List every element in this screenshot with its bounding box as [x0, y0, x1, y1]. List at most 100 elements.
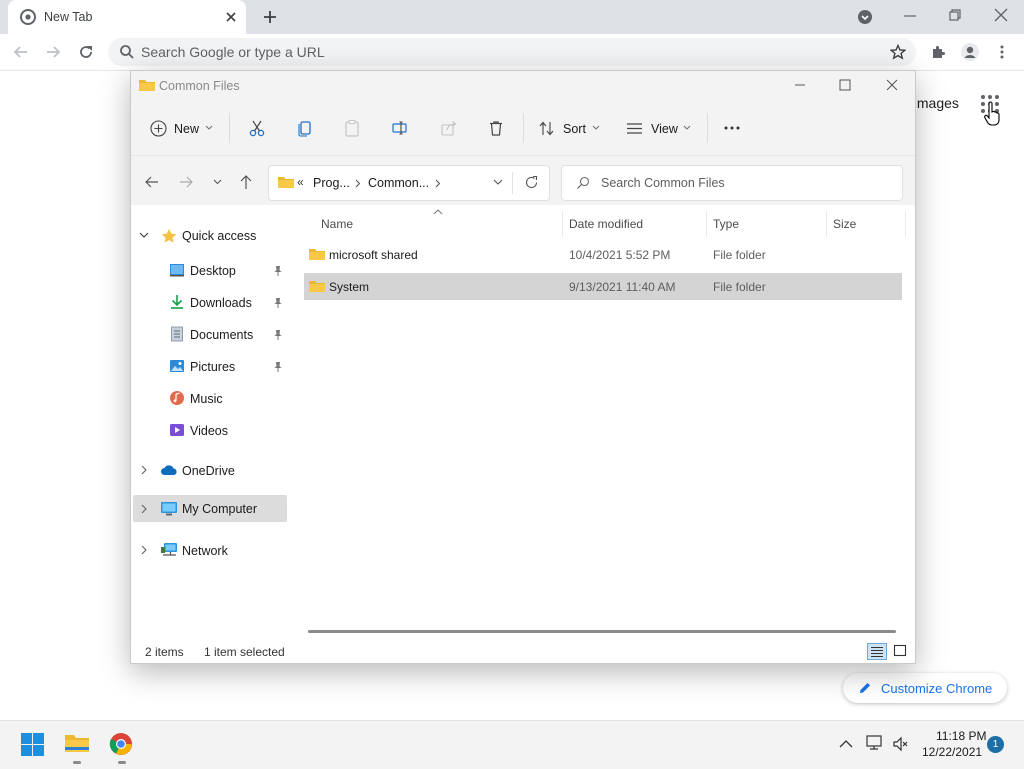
close-icon[interactable] [885, 78, 899, 92]
copy-icon[interactable] [296, 119, 314, 137]
omnibox[interactable]: Search Google or type a URL [108, 38, 916, 66]
nav-item-label: My Computer [182, 502, 258, 516]
images-link[interactable]: Images [913, 95, 959, 111]
breadcrumb-chevron-icon[interactable] [355, 179, 361, 188]
quick-access-expand-chevron-icon[interactable] [139, 232, 149, 239]
details-view-icon[interactable] [867, 643, 887, 660]
minimize-icon[interactable] [793, 78, 807, 92]
notification-count: 1 [992, 739, 999, 750]
bookmark-star-icon[interactable] [890, 44, 906, 60]
folder-icon [308, 247, 326, 262]
cmd-divider [229, 113, 230, 143]
nav-item-onedrive[interactable]: OneDrive [131, 456, 291, 484]
address-history-chevron-icon[interactable] [493, 179, 503, 186]
nav-item-label: Desktop [190, 264, 236, 278]
large-icons-view-icon[interactable] [893, 644, 907, 658]
share-icon[interactable] [440, 119, 458, 137]
search-box[interactable]: Search Common Files [561, 165, 903, 201]
view-button[interactable]: View [621, 117, 697, 141]
sort-button[interactable]: Sort [533, 117, 605, 141]
chrome-taskbar-icon[interactable] [109, 732, 133, 756]
nav-item-desktop[interactable]: Desktop [131, 256, 291, 284]
profile-avatar-icon[interactable] [960, 42, 980, 62]
address-bar[interactable]: « Prog... Common... [268, 165, 550, 201]
notification-badge[interactable]: 1 [987, 736, 1004, 753]
search-icon [119, 44, 135, 60]
sort-chevron-icon [592, 125, 600, 131]
breadcrumb-segment-prog[interactable]: Prog... [313, 176, 350, 190]
delete-icon[interactable] [487, 119, 505, 137]
new-button[interactable]: New [145, 117, 217, 141]
column-header-name[interactable]: Name [321, 217, 353, 231]
reload-icon[interactable] [78, 44, 94, 60]
chrome-restore-icon[interactable] [947, 7, 963, 23]
clock-time[interactable]: 11:18 PM [936, 729, 986, 743]
windows-start-icon[interactable] [21, 733, 44, 756]
nav-back-icon[interactable] [144, 175, 160, 189]
nav-item-label: Pictures [190, 360, 236, 374]
show-hidden-icons-chevron-icon[interactable] [839, 739, 853, 748]
nav-item-label: Videos [190, 424, 228, 438]
nav-item-network[interactable]: Network [131, 536, 291, 564]
expand-chevron-icon[interactable] [141, 545, 148, 555]
recent-locations-chevron-icon[interactable] [213, 179, 222, 185]
row-date: 10/4/2021 5:52 PM [569, 248, 671, 262]
cut-icon[interactable] [248, 119, 266, 137]
nav-item-documents[interactable]: Documents [131, 320, 291, 348]
forward-arrow-icon[interactable] [45, 44, 61, 60]
pin-icon[interactable] [273, 329, 283, 341]
column-header-date-modified[interactable]: Date modified [569, 217, 643, 231]
paste-icon[interactable] [343, 119, 361, 137]
chrome-tab-title: New Tab [44, 10, 93, 24]
more-options-icon[interactable] [723, 120, 741, 136]
nav-quick-access[interactable]: Quick access [182, 229, 256, 243]
chrome-tab-new-tab[interactable]: New Tab [8, 0, 246, 34]
expand-chevron-icon[interactable] [141, 504, 148, 514]
pin-icon[interactable] [273, 265, 283, 277]
nav-item-videos[interactable]: Videos [131, 416, 291, 444]
status-item-count: 2 items [145, 645, 184, 659]
download-icon [169, 294, 185, 310]
nav-item-downloads[interactable]: Downloads [131, 288, 291, 316]
breadcrumb-overflow[interactable]: « [297, 175, 304, 189]
tab-close-icon[interactable] [224, 10, 238, 24]
horizontal-scrollbar[interactable] [308, 630, 896, 633]
extensions-puzzle-icon[interactable] [930, 44, 946, 60]
pin-icon[interactable] [273, 297, 283, 309]
pin-icon[interactable] [273, 361, 283, 373]
maximize-icon[interactable] [838, 78, 852, 92]
table-row[interactable]: microsoft shared 10/4/2021 5:52 PM File … [304, 242, 902, 268]
volume-muted-icon[interactable] [892, 736, 908, 752]
content-pane: Name Date modified Type Size microsoft s… [291, 205, 915, 639]
column-header-size[interactable]: Size [833, 217, 856, 231]
onedrive-cloud-icon [160, 463, 178, 477]
column-divider [562, 211, 563, 237]
column-divider [905, 211, 906, 237]
tab-search-dropdown-icon[interactable] [857, 9, 873, 25]
cmd-divider [707, 113, 708, 143]
nav-forward-icon[interactable] [178, 175, 194, 189]
chrome-tab-icon [20, 9, 36, 25]
rename-icon[interactable] [391, 119, 409, 137]
customize-chrome-button[interactable]: Customize Chrome [843, 673, 1007, 703]
refresh-icon[interactable] [524, 175, 539, 190]
chrome-close-icon[interactable] [993, 7, 1009, 23]
nav-item-pictures[interactable]: Pictures [131, 352, 291, 380]
file-explorer-taskbar-icon[interactable] [64, 732, 90, 754]
navigation-pane: Quick access Desktop Downloads Documents… [131, 205, 291, 639]
chrome-menu-icon[interactable] [994, 44, 1010, 60]
nav-up-icon[interactable] [239, 174, 253, 190]
expand-chevron-icon[interactable] [141, 465, 148, 475]
table-row-selected[interactable]: System 9/13/2021 11:40 AM File folder [304, 273, 902, 300]
column-header-type[interactable]: Type [713, 217, 739, 231]
clock-date[interactable]: 12/22/2021 [922, 745, 982, 759]
mouse-cursor-icon [983, 101, 1001, 127]
new-tab-plus-icon[interactable] [262, 9, 278, 25]
chrome-minimize-icon[interactable] [902, 8, 918, 24]
network-status-icon[interactable] [865, 735, 883, 751]
nav-item-my-computer[interactable]: My Computer [133, 495, 287, 522]
breadcrumb-chevron-icon[interactable] [435, 179, 441, 188]
back-arrow-icon[interactable] [13, 44, 29, 60]
nav-item-music[interactable]: Music [131, 384, 291, 412]
breadcrumb-segment-common[interactable]: Common... [368, 176, 429, 190]
